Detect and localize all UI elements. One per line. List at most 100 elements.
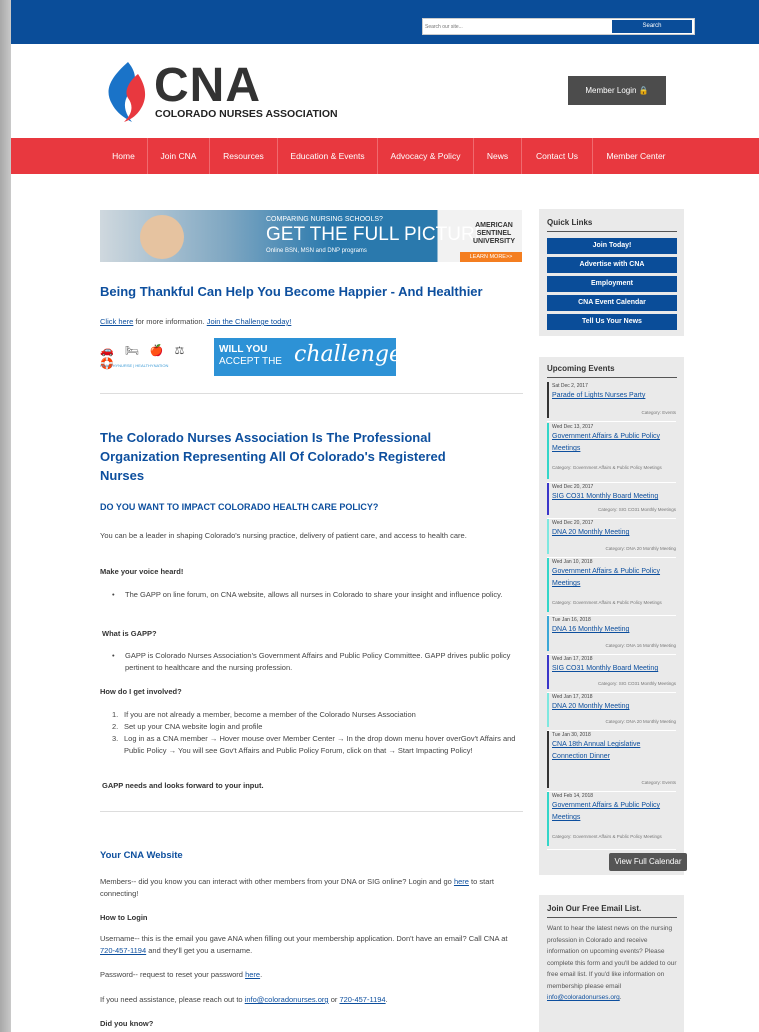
- member-login-button[interactable]: Member Login 🔒: [568, 76, 666, 105]
- event-title-link[interactable]: SIG CO31 Monthly Board Meeting: [552, 491, 676, 503]
- event-color-bar: [547, 483, 549, 515]
- page-shadow: [0, 0, 11, 1032]
- quick-link-join[interactable]: Join Today!: [547, 238, 677, 254]
- steps-list: 1. If you are not already a member, becom…: [112, 709, 522, 757]
- event-date: Wed Dec 20, 2017: [552, 520, 594, 526]
- password-here-link[interactable]: here: [245, 970, 260, 979]
- nav-member-center[interactable]: Member Center: [593, 138, 679, 174]
- event-title-link[interactable]: Parade of Lights Nurses Party: [552, 390, 676, 402]
- list-item: 3. Log in as a CNA member → Hover mouse o…: [112, 734, 516, 755]
- event-title-link[interactable]: DNA 20 Monthly Meeting: [552, 527, 676, 539]
- gapp-needs-text: GAPP needs and looks forward to your inp…: [102, 781, 264, 790]
- ad-banner[interactable]: COMPARING NURSING SCHOOLS? GET THE FULL …: [100, 210, 522, 262]
- view-full-calendar-button[interactable]: View Full Calendar: [609, 853, 687, 871]
- phone-link[interactable]: 720-457-1194: [100, 946, 146, 955]
- event-date: Wed Feb 14, 2018: [552, 793, 594, 799]
- challenge-icons: 🚗 🛏 🍎 ⚖ 🛟: [100, 345, 189, 370]
- assist-paragraph: If you need assistance, please reach out…: [100, 995, 388, 1004]
- top-bar: Search: [11, 0, 759, 44]
- bullet-dot: •: [112, 590, 115, 599]
- flame-logo-icon: [108, 62, 146, 122]
- nav-join-cna[interactable]: Join CNA: [148, 138, 210, 174]
- event-date: Sat Dec 2, 2017: [552, 383, 588, 389]
- event-title-link[interactable]: DNA 20 Monthly Meeting: [552, 701, 676, 713]
- voice-bullet-text: The GAPP on line forum, on CNA website, …: [125, 590, 503, 599]
- email-list-link[interactable]: info@coloradonurses.org: [547, 994, 620, 1001]
- nav-advocacy-policy[interactable]: Advocacy & Policy: [378, 138, 474, 174]
- event-item: Wed Feb 14, 2018 Government Affairs & Pub…: [547, 792, 676, 850]
- voice-bullet: • The GAPP on line forum, on CNA website…: [112, 589, 517, 601]
- event-category: Category: SIG CO31 Monthly Meetings: [597, 681, 676, 686]
- event-category: Category: Events: [641, 410, 676, 415]
- info-line: Click here for more information. Join th…: [100, 316, 291, 328]
- event-title-link[interactable]: SIG CO31 Monthly Board Meeting: [552, 663, 676, 675]
- password-paragraph: Password-- request to reset your passwor…: [100, 970, 263, 979]
- divider: [100, 811, 523, 812]
- quick-link-advertise[interactable]: Advertise with CNA: [547, 257, 677, 273]
- event-item: Tue Jan 30, 2018 CNA 18th Annual Legislat…: [547, 731, 676, 792]
- event-item: Sat Dec 2, 2017 Parade of Lights Nurses P…: [547, 382, 676, 422]
- logo-title: CNA: [154, 59, 261, 112]
- event-title-link[interactable]: DNA 16 Monthly Meeting: [552, 624, 676, 636]
- event-title-link[interactable]: Government Affairs & Public Policy Meeti…: [552, 800, 676, 824]
- quick-link-calendar[interactable]: CNA Event Calendar: [547, 295, 677, 311]
- nav-resources[interactable]: Resources: [210, 138, 278, 174]
- quick-link-news[interactable]: Tell Us Your News: [547, 314, 677, 330]
- event-category: Category: Government Affairs & Public Po…: [552, 834, 662, 839]
- info-mid-text: for more information.: [133, 317, 207, 326]
- click-here-link[interactable]: Click here: [100, 317, 133, 326]
- upcoming-events-panel: Upcoming Events Sat Dec 2, 2017 Parade of…: [539, 357, 687, 875]
- event-item: Wed Dec 20, 2017 DNA 20 Monthly Meeting Ca…: [547, 519, 676, 558]
- ad-cta-button[interactable]: LEARN MORE>>: [460, 252, 522, 262]
- nav-news[interactable]: News: [474, 138, 522, 174]
- phone-link[interactable]: 720-457-1194: [339, 995, 385, 1004]
- email-list-panel: Join Our Free Email List. Want to hear t…: [539, 895, 684, 1032]
- subhead-policy: DO YOU WANT TO IMPACT COLORADO HEALTH CA…: [100, 502, 379, 512]
- nav-contact-us[interactable]: Contact Us: [522, 138, 593, 174]
- event-date: Tue Jan 16, 2018: [552, 617, 591, 623]
- logo-subtitle: COLORADO NURSES ASSOCIATION: [155, 108, 338, 120]
- join-challenge-link[interactable]: Join the Challenge today!: [207, 317, 292, 326]
- event-category: Category: DNA 20 Monthly Meeting: [605, 546, 676, 551]
- event-title-link[interactable]: Government Affairs & Public Policy Meeti…: [552, 566, 676, 590]
- website-here-link[interactable]: here: [454, 877, 469, 886]
- website-paragraph: Members-- did you know you can interact …: [100, 877, 494, 898]
- event-item: Wed Jan 17, 2018 DNA 20 Monthly Meeting Ca…: [547, 693, 676, 731]
- email-link[interactable]: info@coloradonurses.org: [245, 995, 329, 1004]
- voice-heading: Make your voice heard!: [100, 567, 184, 576]
- intro-paragraph: You can be a leader in shaping Colorado'…: [100, 531, 467, 540]
- event-color-bar: [547, 558, 549, 612]
- username-paragraph: Username-- this is the email you gave AN…: [100, 934, 508, 955]
- main-nav: Home Join CNA Resources Education & Even…: [11, 138, 759, 174]
- ad-line3: Online BSN, MSN and DNP programs: [266, 248, 367, 254]
- event-date: Wed Jan 10, 2018: [552, 559, 593, 565]
- search-input[interactable]: [425, 20, 613, 33]
- nav-home[interactable]: Home: [100, 138, 148, 174]
- email-list-title: Join Our Free Email List.: [547, 904, 677, 918]
- event-item: Wed Dec 13, 2017 Government Affairs & Pub…: [547, 423, 676, 483]
- event-category: Category: DNA 16 Monthly Meeting: [605, 643, 676, 648]
- page: Search CNA COLORADO NURSES ASSOCIATION M…: [11, 0, 759, 1032]
- challenge-brand: HEALTHYNURSE | HEALTHYNATION: [100, 363, 169, 368]
- event-title-link[interactable]: CNA 18th Annual Legislative Connection D…: [552, 739, 676, 763]
- divider: [100, 393, 523, 394]
- cna-logo[interactable]: CNA COLORADO NURSES ASSOCIATION: [102, 60, 372, 126]
- search-button[interactable]: Search: [612, 20, 692, 33]
- event-title-link[interactable]: Government Affairs & Public Policy Meeti…: [552, 431, 676, 455]
- ad-line1: COMPARING NURSING SCHOOLS?: [266, 216, 383, 223]
- event-date: Wed Jan 17, 2018: [552, 656, 593, 662]
- event-category: Category: Events: [641, 780, 676, 785]
- list-item: 1. If you are not already a member, becom…: [112, 710, 416, 719]
- email-list-text: Want to hear the latest news on the nurs…: [547, 925, 677, 1001]
- event-category: Category: SIG CO31 Monthly Meetings: [597, 507, 676, 512]
- ad-line2: GET THE FULL PICTURE: [266, 224, 488, 245]
- gapp-heading: What is GAPP?: [102, 629, 157, 638]
- event-item: Wed Jan 10, 2018 Government Affairs & Pub…: [547, 558, 676, 616]
- event-color-bar: [547, 519, 549, 554]
- event-date: Wed Jan 17, 2018: [552, 694, 593, 700]
- challenge-banner[interactable]: 🚗 🛏 🍎 ⚖ 🛟 HEALTHYNURSE | HEALTHYNATION W…: [100, 338, 414, 376]
- nav-education-events[interactable]: Education & Events: [278, 138, 378, 174]
- login-heading: How to Login: [100, 913, 148, 922]
- quick-link-employment[interactable]: Employment: [547, 276, 677, 292]
- quick-links-title: Quick Links: [547, 218, 677, 232]
